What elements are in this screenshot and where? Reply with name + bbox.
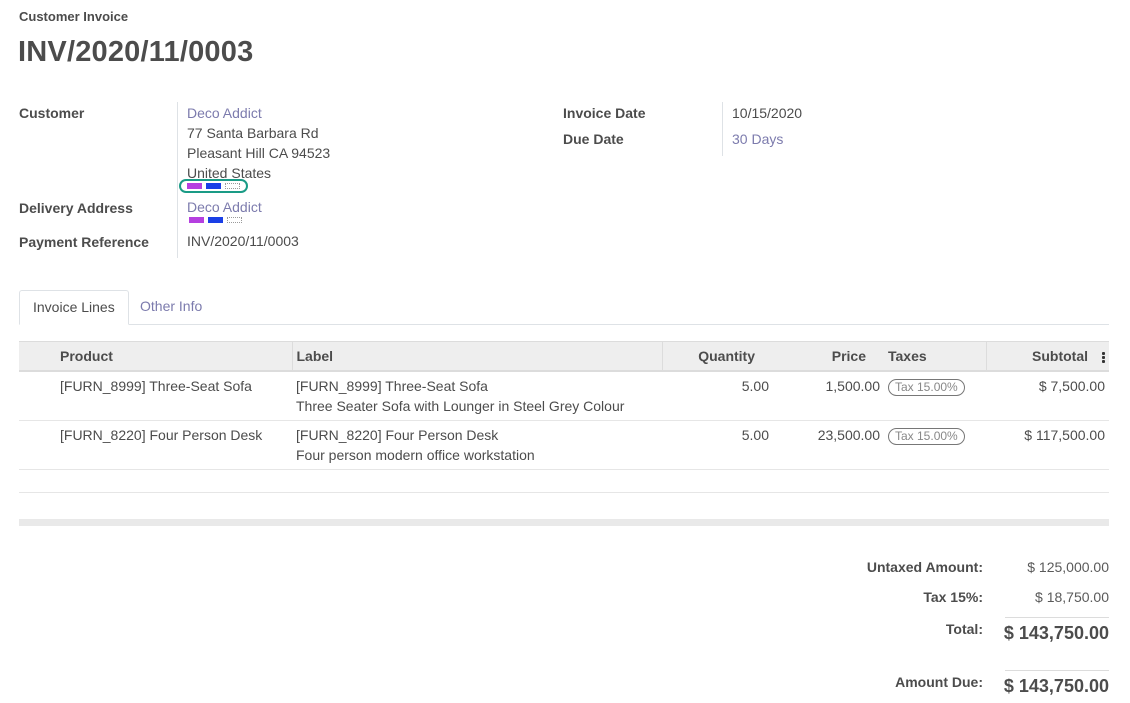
row-handle — [19, 420, 60, 470]
column-subtotal-label: Subtotal — [1032, 348, 1088, 364]
row-handle — [19, 371, 60, 421]
delivery-tags[interactable] — [189, 217, 242, 223]
tag-purple[interactable] — [189, 217, 204, 223]
column-taxes[interactable]: Taxes — [884, 341, 986, 372]
total-label: Total: — [945, 621, 983, 637]
invoice-date-value[interactable]: 10/15/2020 — [732, 103, 802, 123]
empty-row-divider — [19, 492, 1109, 493]
invoice-number-title: INV/2020/11/0003 — [18, 36, 254, 68]
tax-value: $ 18,750.00 — [1035, 589, 1109, 605]
column-price[interactable]: Price — [773, 341, 884, 372]
row-product[interactable]: [FURN_8999] Three-Seat Sofa — [60, 371, 292, 421]
column-label[interactable]: Label — [291, 341, 662, 372]
field-separator-right — [722, 102, 723, 156]
due-date-label: Due Date — [563, 131, 624, 147]
table-row[interactable]: [FURN_8220] Four Person Desk [FURN_8220]… — [19, 420, 1109, 470]
tax-badge[interactable]: Tax 15.00% — [888, 428, 965, 445]
row-quantity[interactable]: 5.00 — [662, 371, 773, 421]
customer-label: Customer — [19, 105, 85, 121]
row-product[interactable]: [FURN_8220] Four Person Desk — [60, 420, 292, 470]
tab-invoice-lines[interactable]: Invoice Lines — [19, 290, 129, 325]
customer-address-line2: Pleasant Hill CA 94523 — [187, 145, 331, 161]
row-label[interactable]: [FURN_8220] Four Person Desk Four person… — [292, 420, 662, 470]
row-price[interactable]: 23,500.00 — [773, 420, 884, 470]
tag-purple[interactable] — [187, 183, 202, 189]
tag-blue[interactable] — [208, 217, 223, 223]
document-type: Customer Invoice — [19, 9, 129, 24]
row-subtotal: $ 7,500.00 — [986, 371, 1109, 421]
untaxed-amount-value: $ 125,000.00 — [1027, 559, 1109, 575]
customer-address-line1: 77 Santa Barbara Rd — [187, 125, 319, 141]
payment-reference-value: INV/2020/11/0003 — [187, 233, 299, 249]
amount-due-divider — [1005, 670, 1109, 671]
tag-empty[interactable] — [227, 217, 242, 223]
row-quantity[interactable]: 5.00 — [662, 420, 773, 470]
row-label-title: [FURN_8220] Four Person Desk — [296, 427, 499, 443]
column-product[interactable]: Product — [60, 341, 292, 372]
tag-blue[interactable] — [206, 183, 221, 189]
row-label[interactable]: [FURN_8999] Three-Seat Sofa Three Seater… — [292, 371, 662, 421]
table-footer-bar — [19, 519, 1109, 526]
column-quantity[interactable]: Quantity — [661, 341, 773, 372]
row-taxes[interactable]: Tax 15.00% — [884, 420, 986, 470]
tag-empty[interactable] — [225, 183, 240, 189]
table-row[interactable]: [FURN_8999] Three-Seat Sofa [FURN_8999] … — [19, 371, 1109, 421]
total-value: $ 143,750.00 — [1003, 623, 1109, 643]
delivery-address-link[interactable]: Deco Addict — [187, 197, 262, 217]
column-handle — [19, 341, 60, 372]
row-price[interactable]: 1,500.00 — [773, 371, 884, 421]
row-label-title: [FURN_8999] Three-Seat Sofa — [296, 378, 488, 394]
payment-reference-label: Payment Reference — [19, 234, 149, 250]
delivery-address-label: Delivery Address — [19, 200, 133, 216]
table-header-row: Product Label Quantity Price Taxes Subto… — [19, 341, 1109, 372]
amount-due-label: Amount Due: — [895, 674, 983, 690]
tax-badge[interactable]: Tax 15.00% — [888, 379, 965, 396]
row-label-description: Three Seater Sofa with Lounger in Steel … — [296, 398, 625, 414]
tab-other-info[interactable]: Other Info — [127, 290, 215, 325]
due-date-value[interactable]: 30 Days — [732, 129, 783, 149]
untaxed-amount-label: Untaxed Amount: — [866, 559, 983, 575]
tax-label: Tax 15%: — [923, 589, 983, 605]
customer-tags[interactable] — [179, 179, 248, 193]
customer-link[interactable]: Deco Addict — [187, 103, 262, 123]
invoice-lines-table: Product Label Quantity Price Taxes Subto… — [19, 341, 1109, 470]
row-taxes[interactable]: Tax 15.00% — [884, 371, 986, 421]
invoice-date-label: Invoice Date — [563, 105, 646, 121]
row-label-description: Four person modern office workstation — [296, 447, 535, 463]
field-separator-left — [177, 102, 178, 258]
column-subtotal[interactable]: Subtotal — [985, 341, 1109, 372]
kebab-icon[interactable] — [1102, 351, 1105, 364]
amount-due-value: $ 143,750.00 — [1003, 676, 1109, 696]
row-subtotal: $ 117,500.00 — [986, 420, 1109, 470]
total-divider — [1005, 617, 1109, 618]
